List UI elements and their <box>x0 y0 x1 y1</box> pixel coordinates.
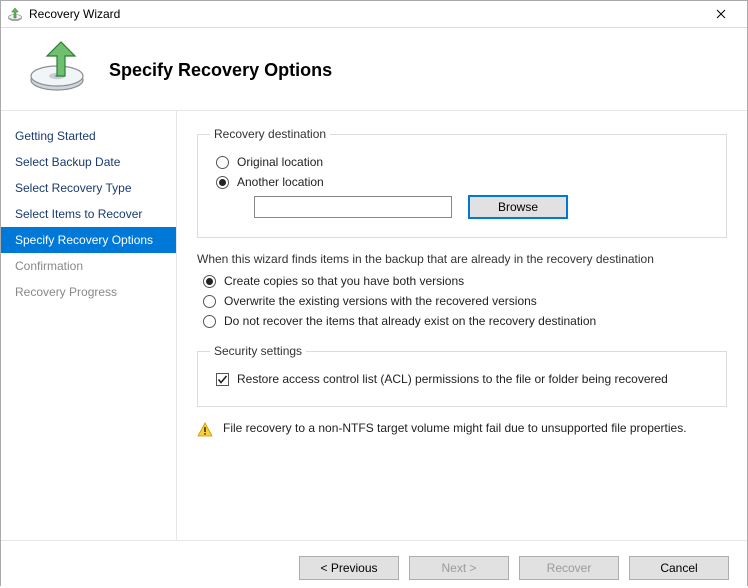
radio-create-copies[interactable]: Create copies so that you have both vers… <box>203 274 727 288</box>
radio-icon <box>203 295 216 308</box>
checkbox-icon <box>216 373 229 386</box>
conflict-prompt: When this wizard finds items in the back… <box>197 252 727 266</box>
radio-icon <box>203 275 216 288</box>
step-recovery-progress: Recovery Progress <box>1 279 176 305</box>
step-confirmation: Confirmation <box>1 253 176 279</box>
radio-another-location-label: Another location <box>237 175 324 189</box>
destination-path-input[interactable] <box>254 196 452 218</box>
recovery-destination-group: Recovery destination Original location A… <box>197 127 727 238</box>
radio-overwrite-label: Overwrite the existing versions with the… <box>224 294 537 308</box>
radio-icon <box>203 315 216 328</box>
main-panel: Recovery destination Original location A… <box>177 111 747 540</box>
radio-icon <box>216 176 229 189</box>
browse-button[interactable]: Browse <box>468 195 568 219</box>
security-settings-legend: Security settings <box>210 344 306 358</box>
warning-row: File recovery to a non-NTFS target volum… <box>197 421 727 438</box>
checkbox-restore-acl[interactable]: Restore access control list (ACL) permis… <box>216 372 714 386</box>
app-icon <box>7 6 23 22</box>
titlebar: Recovery Wizard <box>1 1 747 28</box>
step-select-backup-date[interactable]: Select Backup Date <box>1 149 176 175</box>
radio-original-location[interactable]: Original location <box>216 155 714 169</box>
content-area: Getting Started Select Backup Date Selec… <box>1 110 747 540</box>
radio-another-location[interactable]: Another location <box>216 175 714 189</box>
security-settings-group: Security settings Restore access control… <box>197 344 727 407</box>
radio-original-location-label: Original location <box>237 155 323 169</box>
radio-icon <box>216 156 229 169</box>
page-heading: Specify Recovery Options <box>109 60 332 81</box>
wizard-icon <box>25 38 89 92</box>
wizard-steps-sidebar: Getting Started Select Backup Date Selec… <box>1 111 177 540</box>
recover-button[interactable]: Recover <box>519 556 619 580</box>
step-specify-options[interactable]: Specify Recovery Options <box>1 227 176 253</box>
wizard-header: Specify Recovery Options <box>1 28 747 110</box>
next-button[interactable]: Next > <box>409 556 509 580</box>
previous-button[interactable]: < Previous <box>299 556 399 580</box>
checkbox-restore-acl-label: Restore access control list (ACL) permis… <box>237 372 668 386</box>
window-title: Recovery Wizard <box>29 7 701 21</box>
warning-text: File recovery to a non-NTFS target volum… <box>223 421 687 435</box>
step-getting-started[interactable]: Getting Started <box>1 123 176 149</box>
warning-icon <box>197 422 213 438</box>
cancel-button[interactable]: Cancel <box>629 556 729 580</box>
radio-skip-existing-label: Do not recover the items that already ex… <box>224 314 596 328</box>
wizard-footer: < Previous Next > Recover Cancel <box>1 540 747 588</box>
close-button[interactable] <box>701 1 741 27</box>
radio-overwrite[interactable]: Overwrite the existing versions with the… <box>203 294 727 308</box>
step-select-items[interactable]: Select Items to Recover <box>1 201 176 227</box>
radio-create-copies-label: Create copies so that you have both vers… <box>224 274 464 288</box>
close-icon <box>716 9 726 19</box>
radio-skip-existing[interactable]: Do not recover the items that already ex… <box>203 314 727 328</box>
step-select-recovery-type[interactable]: Select Recovery Type <box>1 175 176 201</box>
browse-row: Browse <box>254 195 714 219</box>
recovery-destination-legend: Recovery destination <box>210 127 330 141</box>
